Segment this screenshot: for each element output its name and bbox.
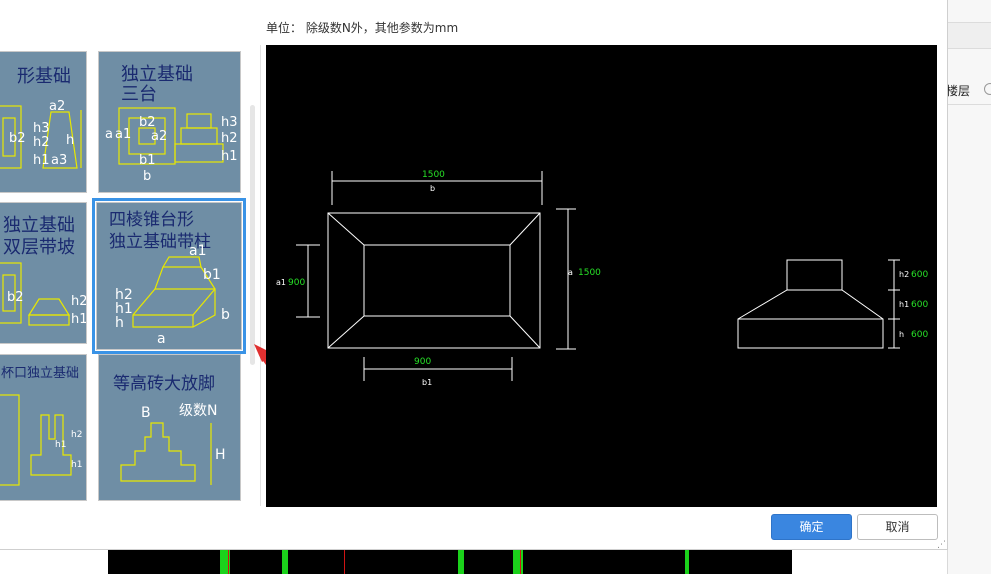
cad-red-line bbox=[228, 549, 229, 574]
dim-value-b1: 900 bbox=[414, 357, 431, 367]
gallery-item-title: 四棱锥台形 bbox=[109, 210, 194, 230]
dim-label-b1: b1 bbox=[422, 378, 432, 387]
dim-label: b2 bbox=[139, 115, 156, 130]
dim-label-a: a bbox=[568, 268, 573, 277]
dim-value-h: 600 bbox=[911, 330, 928, 340]
dim-label: a2 bbox=[151, 129, 167, 144]
dim-label-h: h bbox=[899, 330, 904, 339]
foundation-type-dialog: 单位： 除级数N外，其他参数为mm 形基础 a2 b2 h3 h2 h1 h a… bbox=[0, 0, 948, 550]
dim-label: h3 bbox=[221, 115, 238, 130]
gallery-item-foundation[interactable]: 独立基础 三台 b2 a1 a a2 b1 b h3 h2 h1 bbox=[98, 51, 241, 193]
dim-label: h2 bbox=[33, 135, 50, 150]
cad-red-line bbox=[520, 549, 521, 574]
dim-label: h1 bbox=[71, 460, 82, 470]
gallery-item-foundation-selected[interactable]: 四棱锥台形 独立基础带柱 a1 b1 h2 h1 h a b bbox=[92, 198, 246, 354]
dim-label: h2 bbox=[71, 294, 86, 309]
dim-label: a bbox=[157, 331, 166, 347]
gallery-item-title: 双层带坡 bbox=[3, 237, 75, 258]
dim-label: h2 bbox=[71, 430, 82, 440]
cad-green-bar bbox=[282, 549, 288, 574]
unit-note: 单位： 除级数N外，其他参数为mm bbox=[266, 21, 459, 35]
resize-grip-icon[interactable]: ⋰ bbox=[937, 540, 946, 550]
dim-label: b bbox=[143, 169, 151, 184]
gallery-item-foundation[interactable]: 形基础 a2 b2 h3 h2 h1 h a3 bbox=[0, 51, 87, 193]
dim-label: b1 bbox=[203, 267, 221, 283]
dim-label: h1 bbox=[33, 153, 50, 168]
dim-label: h bbox=[66, 133, 74, 148]
foundation-gallery: 形基础 a2 b2 h3 h2 h1 h a3 独立基础 三台 b2 a1 a … bbox=[0, 45, 261, 506]
divider bbox=[948, 104, 991, 105]
dim-label: B bbox=[141, 405, 151, 421]
background-toolbar-band bbox=[948, 22, 991, 48]
dim-value-a: 1500 bbox=[578, 268, 601, 278]
cad-green-bar bbox=[513, 549, 523, 574]
dim-label: h1 bbox=[55, 440, 66, 450]
gallery-item-foundation[interactable]: 独立基础 双层带坡 b2 h2 h1 bbox=[0, 202, 87, 344]
dim-label: a1 bbox=[115, 127, 131, 142]
background-cad-canvas bbox=[108, 549, 792, 574]
dim-label: h bbox=[115, 315, 124, 331]
gallery-item-title: 独立基础 bbox=[3, 215, 75, 236]
dim-label: h1 bbox=[71, 312, 86, 327]
background-floor-label: 楼层 bbox=[946, 84, 971, 98]
dim-label: H bbox=[215, 447, 226, 463]
gallery-item-title: 杯口独立基础 bbox=[1, 366, 79, 381]
cad-green-bar bbox=[458, 549, 464, 574]
dim-value-h2: 600 bbox=[911, 270, 928, 280]
divider bbox=[948, 22, 991, 23]
dim-value-h1: 600 bbox=[911, 300, 928, 310]
dim-label-a1: a1 bbox=[276, 278, 286, 287]
dim-label: b1 bbox=[139, 153, 156, 168]
dim-label-h2: h2 bbox=[899, 270, 909, 279]
dim-label: b2 bbox=[9, 131, 26, 146]
gallery-item-title: 等高砖大放脚 bbox=[113, 374, 215, 394]
cad-red-line bbox=[344, 549, 345, 574]
gallery-item-title: 三台 bbox=[121, 84, 157, 105]
dim-label: b2 bbox=[7, 290, 24, 305]
dim-label: b bbox=[221, 307, 230, 323]
dim-label-h1: h1 bbox=[899, 300, 909, 309]
gallery-item-title: 形基础 bbox=[17, 66, 71, 87]
dim-label: h2 bbox=[221, 131, 238, 146]
radio-icon bbox=[984, 83, 991, 95]
ok-button[interactable]: 确定 bbox=[771, 514, 852, 540]
dim-label: a2 bbox=[49, 99, 65, 114]
dim-label-b: b bbox=[430, 184, 435, 193]
divider bbox=[948, 48, 991, 49]
cad-preview-canvas: 1500 b 900 b1 a 1500 a1 900 h2 600 h1 60… bbox=[266, 45, 937, 507]
dim-label: a bbox=[105, 127, 113, 142]
gallery-item-foundation[interactable]: 杯口独立基础 h1 h2 h1 bbox=[0, 354, 87, 501]
dim-value-a1: 900 bbox=[288, 278, 305, 288]
dim-label: h3 bbox=[33, 121, 50, 136]
dim-label: a1 bbox=[189, 243, 207, 259]
dim-label: h1 bbox=[221, 149, 238, 164]
gallery-item-title: 独立基础 bbox=[121, 64, 193, 85]
gallery-scrollbar[interactable] bbox=[250, 105, 255, 365]
dim-label: 级数N bbox=[179, 403, 217, 419]
cancel-button[interactable]: 取消 bbox=[857, 514, 938, 540]
dim-value-b: 1500 bbox=[422, 170, 445, 180]
gallery-item-foundation[interactable]: 等高砖大放脚 B 级数N H bbox=[98, 354, 241, 501]
cad-green-bar bbox=[685, 549, 689, 574]
dim-label: a3 bbox=[51, 153, 67, 168]
